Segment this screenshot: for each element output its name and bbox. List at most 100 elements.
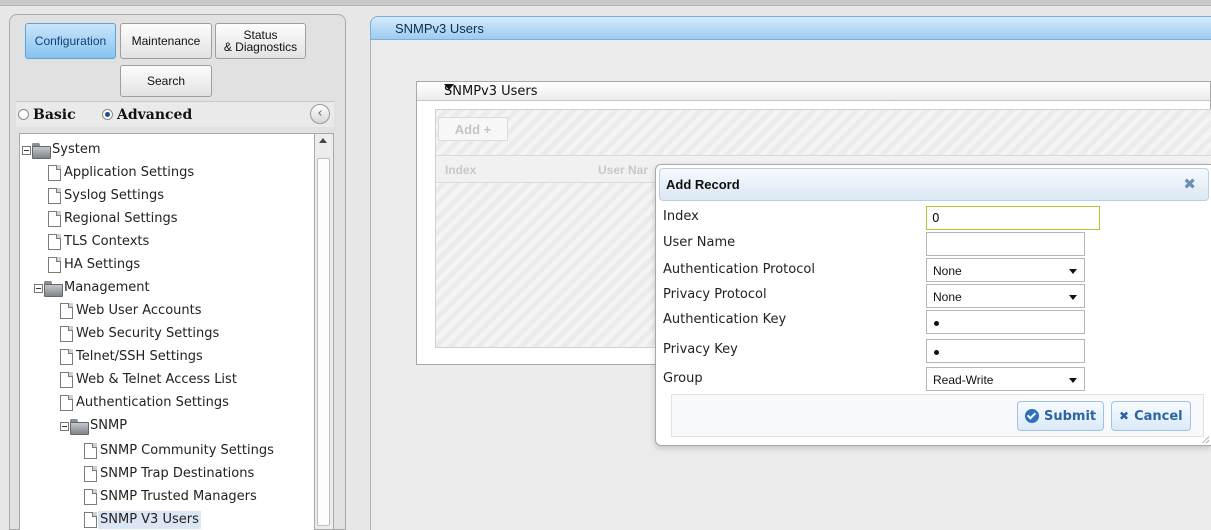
page-icon: [84, 489, 97, 505]
tree-item-label: SNMP V3 Users: [98, 511, 201, 529]
page-icon: [84, 466, 97, 482]
chevron-left-icon[interactable]: ‹: [310, 104, 330, 124]
tree-item-label: Application Settings: [64, 165, 195, 180]
tree-node-management[interactable]: Management: [34, 278, 152, 298]
tree-item-label: Web User Accounts: [76, 303, 202, 318]
resize-grip-icon[interactable]: [1201, 435, 1209, 443]
submit-label: Submit: [1044, 408, 1097, 424]
user-name-field[interactable]: [926, 232, 1085, 256]
tree-item-snmp-trap-destinations[interactable]: SNMP Trap Destinations: [84, 464, 256, 484]
folder-icon: [32, 143, 51, 159]
mode-advanced-label[interactable]: Advanced: [117, 107, 192, 123]
column-user-name[interactable]: User Nar: [598, 163, 648, 177]
password-dot: •: [934, 350, 939, 355]
close-icon: ✖: [1119, 409, 1130, 423]
tree-item-label: Regional Settings: [64, 211, 178, 226]
page-title-bar: SNMPv3 Users: [370, 16, 1211, 40]
group-select[interactable]: Read-Write: [926, 367, 1085, 391]
close-icon[interactable]: ✖: [1183, 175, 1196, 193]
section-title: SNMPv3 Users: [444, 84, 538, 99]
tree-item-web-telnet-access-list[interactable]: Web & Telnet Access List: [60, 370, 239, 390]
cancel-button[interactable]: ✖ Cancel: [1111, 401, 1191, 431]
tree-item-label: Syslog Settings: [64, 188, 164, 203]
submit-button[interactable]: Submit: [1017, 401, 1105, 431]
privacy-protocol-label: Privacy Protocol: [663, 287, 767, 302]
top-strip: [0, 0, 1211, 6]
tree-item-syslog-settings[interactable]: Syslog Settings: [48, 186, 166, 206]
authentication-protocol-select[interactable]: None: [926, 258, 1085, 282]
column-index[interactable]: Index: [445, 163, 476, 177]
group-value: Read-Write: [933, 373, 994, 387]
scroll-up-icon[interactable]: [319, 138, 327, 143]
page-icon: [60, 326, 73, 342]
page-icon: [48, 188, 61, 204]
tree-node-label: Management: [64, 280, 150, 295]
dialog-title: Add Record: [666, 177, 740, 192]
navigation-tree: System Application Settings Syslog Setti…: [19, 133, 315, 530]
add-button[interactable]: Add +: [438, 117, 508, 141]
page-icon: [60, 349, 73, 365]
tree-item-application-settings[interactable]: Application Settings: [48, 163, 196, 183]
minus-icon[interactable]: [34, 283, 43, 293]
tree-item-label: SNMP Community Settings: [100, 443, 274, 458]
tree-item-ha-settings[interactable]: HA Settings: [48, 255, 142, 275]
tree-item-snmp-trusted-managers[interactable]: SNMP Trusted Managers: [84, 487, 259, 507]
chevron-down-icon: [1069, 295, 1077, 300]
mode-selector: Basic Advanced ‹: [16, 101, 334, 127]
privacy-protocol-select[interactable]: None: [926, 284, 1085, 308]
tab-configuration[interactable]: Configuration: [25, 23, 116, 59]
privacy-key-label: Privacy Key: [663, 342, 738, 357]
tree-item-label: Telnet/SSH Settings: [76, 349, 203, 364]
tree-node-label: SNMP: [90, 418, 128, 433]
dialog-header: Add Record ✖: [659, 168, 1209, 201]
page-title: SNMPv3 Users: [395, 21, 484, 36]
page-icon: [48, 257, 61, 273]
tab-status-diagnostics[interactable]: Status & Diagnostics: [215, 23, 306, 59]
search-button[interactable]: Search: [120, 65, 212, 97]
tree-item-tls-contexts[interactable]: TLS Contexts: [48, 232, 151, 252]
tree-item-snmp-community-settings[interactable]: SNMP Community Settings: [84, 441, 276, 461]
group-label: Group: [663, 371, 703, 386]
index-field[interactable]: [926, 206, 1100, 230]
privacy-key-field[interactable]: •: [926, 339, 1085, 363]
privacy-protocol-value: None: [933, 290, 962, 304]
user-name-label: User Name: [663, 235, 736, 250]
index-label: Index: [663, 209, 699, 224]
tree-item-web-user-accounts[interactable]: Web User Accounts: [60, 301, 204, 321]
chevron-down-icon: [1069, 269, 1077, 274]
password-dot: •: [934, 321, 939, 326]
tree-item-authentication-settings[interactable]: Authentication Settings: [60, 393, 231, 413]
mode-basic-label[interactable]: Basic: [33, 107, 76, 123]
authentication-protocol-label: Authentication Protocol: [663, 262, 815, 277]
authentication-key-field[interactable]: •: [926, 310, 1085, 334]
authentication-key-label: Authentication Key: [663, 312, 787, 327]
dialog-footer: Submit ✖ Cancel: [671, 394, 1204, 437]
radio-basic[interactable]: [18, 109, 29, 120]
scrollbar-thumb[interactable]: [317, 158, 330, 526]
radio-advanced[interactable]: [102, 109, 113, 120]
tree-node-snmp[interactable]: SNMP: [60, 416, 129, 436]
page-icon: [48, 165, 61, 181]
page-icon: [84, 443, 97, 459]
tree-scrollbar[interactable]: [315, 133, 334, 530]
folder-icon: [44, 281, 63, 297]
page-icon: [60, 372, 73, 388]
tree-item-snmp-v3-users[interactable]: SNMP V3 Users: [84, 510, 201, 530]
tree-item-label: Web & Telnet Access List: [76, 372, 237, 387]
tree-item-web-security-settings[interactable]: Web Security Settings: [60, 324, 221, 344]
tree-node-system[interactable]: System: [22, 140, 102, 160]
section-header[interactable]: SNMPv3 Users: [417, 82, 1210, 101]
page-icon: [48, 211, 61, 227]
chevron-down-icon: [1069, 378, 1077, 383]
tree-item-regional-settings[interactable]: Regional Settings: [48, 209, 180, 229]
minus-icon[interactable]: [22, 145, 31, 155]
page-icon: [84, 512, 97, 528]
tree-item-telnet-ssh-settings[interactable]: Telnet/SSH Settings: [60, 347, 205, 367]
authentication-protocol-value: None: [933, 264, 962, 278]
minus-icon[interactable]: [60, 421, 69, 431]
cancel-label: Cancel: [1134, 408, 1183, 424]
tree-item-label: SNMP Trusted Managers: [100, 489, 257, 504]
folder-icon: [70, 419, 89, 435]
tab-maintenance[interactable]: Maintenance: [120, 23, 212, 59]
page-icon: [60, 395, 73, 411]
